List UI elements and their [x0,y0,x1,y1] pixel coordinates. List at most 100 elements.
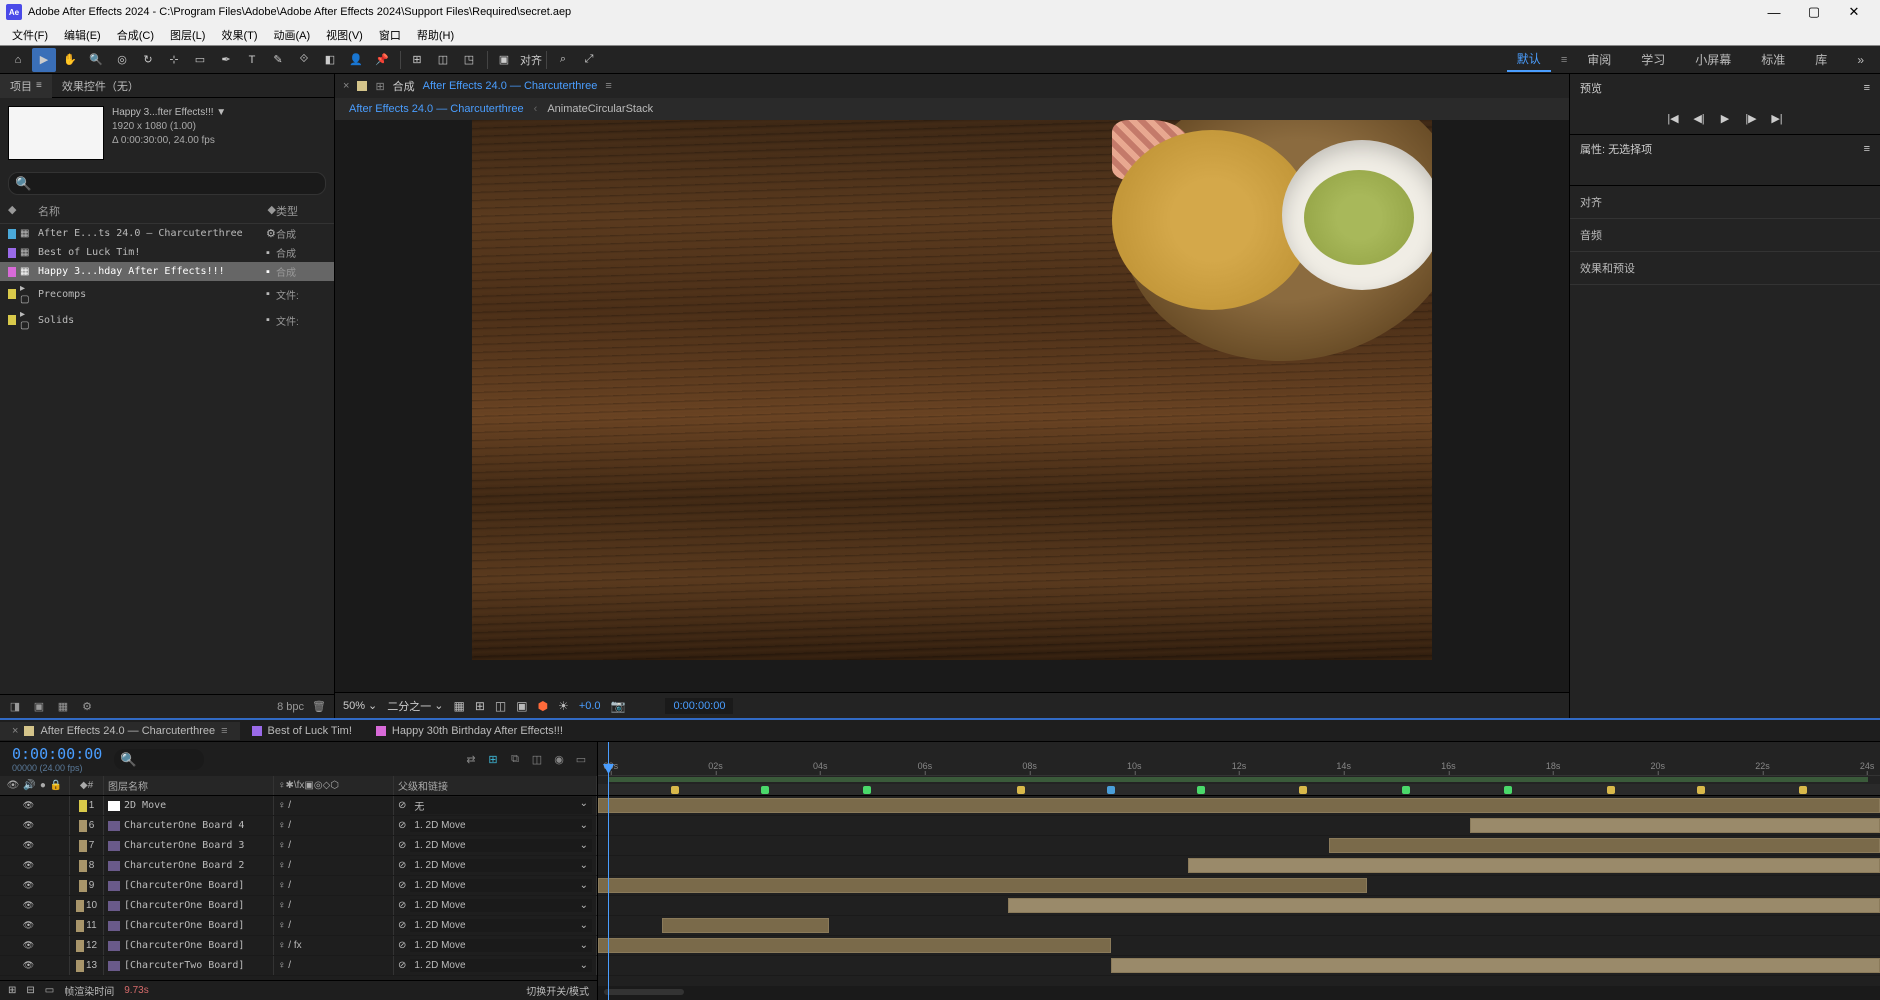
breadcrumb-item[interactable]: After Effects 24.0 — Charcuterthree [349,103,524,115]
project-item[interactable]: ▦Happy 3...hday After Effects!!!▪合成 [0,262,334,281]
panel-menu-icon[interactable]: ≡ [1864,143,1870,155]
delete-icon[interactable]: 🗑 [310,698,328,716]
timeline-scrollbar[interactable] [598,986,1880,1000]
rotate-tool[interactable]: ↻ [136,48,160,72]
track-row[interactable] [598,796,1880,816]
workspace-menu-icon[interactable]: ≡ [1561,54,1567,66]
workspace-标准[interactable]: 标准 [1751,48,1795,71]
timeline-zoom-slider[interactable] [604,989,684,995]
comp-marker[interactable] [1607,786,1615,794]
world-axis-icon[interactable]: ◫ [431,48,455,72]
clone-tool[interactable]: ⟐ [292,48,316,72]
track-row[interactable] [598,816,1880,836]
comp-marker[interactable] [1107,786,1115,794]
timeline-layer-row[interactable]: 👁10[CharcuterOne Board]♀ /⊘1. 2D Move⌄ [0,896,597,916]
bpc-label[interactable]: 8 bpc [277,701,304,713]
draft-3d-icon[interactable]: ⊞ [485,751,501,767]
workspace-默认[interactable]: 默认 [1507,47,1551,72]
anchor-tool[interactable]: ⊹ [162,48,186,72]
layer-name-column-header[interactable]: 图层名称 [104,776,274,795]
track-row[interactable] [598,936,1880,956]
project-item[interactable]: ▦Best of Luck Tim!▪合成 [0,243,334,262]
project-tab[interactable]: 项目 ≡ [0,74,52,98]
menu-合成(C)[interactable]: 合成(C) [109,25,162,45]
shy-icon[interactable]: ⧉ [507,751,523,767]
timeline-search-input[interactable] [114,749,204,770]
resolution-dropdown[interactable]: 二分之一 ⌄ [387,698,443,714]
roto-tool[interactable]: 👤 [344,48,368,72]
parent-column-header[interactable]: 父级和链接 [394,776,597,795]
track-row[interactable] [598,876,1880,896]
timeline-tab[interactable]: Best of Luck Tim! [240,722,364,740]
timeline-timecode[interactable]: 0:00:00:00 [12,745,102,763]
project-item[interactable]: ▸ ▢Solids▪文件: [0,307,334,333]
project-item[interactable]: ▦After E...ts 24.0 — Charcuterthree⚙合成 [0,224,334,243]
viewer-timecode[interactable]: 0:00:00:00 [665,698,733,714]
collapse-icon[interactable]: ▭ [45,985,54,996]
timeline-layer-row[interactable]: 👁11[CharcuterOne Board]♀ /⊘1. 2D Move⌄ [0,916,597,936]
track-row[interactable] [598,856,1880,876]
hand-tool[interactable]: ✋ [58,48,82,72]
search-icon[interactable]: ⌕ [551,48,575,72]
maximize-button[interactable]: ▢ [1794,1,1834,23]
solo-column-icon[interactable]: ● [40,780,46,791]
flowchart-icon[interactable]: ⊞ [375,80,384,93]
next-frame-icon[interactable]: |▶ [1743,110,1759,126]
timeline-tab[interactable]: Happy 30th Birthday After Effects!!! [364,722,575,740]
new-comp-icon[interactable]: ▦ [54,698,72,716]
layer-clip[interactable] [1188,858,1880,873]
label-column-icon[interactable]: ◆ [80,780,88,791]
name-column-header[interactable]: 名称 [18,203,268,219]
workspace-学习[interactable]: 学习 [1631,48,1675,71]
comp-marker[interactable] [1504,786,1512,794]
first-frame-icon[interactable]: |◀ [1665,110,1681,126]
snap-icon[interactable]: ▣ [492,48,516,72]
timeline-tab[interactable]: × After Effects 24.0 — Charcuterthree ≡ [0,722,240,740]
timeline-layer-row[interactable]: 👁13[CharcuterTwo Board]♀ /⊘1. 2D Move⌄ [0,956,597,976]
text-tool[interactable]: T [240,48,264,72]
local-axis-icon[interactable]: ⊞ [405,48,429,72]
tag-column-icon[interactable]: ◆ [268,203,276,219]
work-area-bar[interactable] [608,777,1868,782]
settings-icon[interactable]: ⚙ [78,698,96,716]
layer-clip[interactable] [662,918,829,933]
timeline-layer-row[interactable]: 👁9[CharcuterOne Board]♀ /⊘1. 2D Move⌄ [0,876,597,896]
close-tab-icon[interactable]: × [343,80,349,92]
timeline-ruler[interactable]: 00s02s04s06s08s10s12s14s16s18s20s22s24s [598,742,1880,776]
comp-marker[interactable] [1197,786,1205,794]
workspace-审阅[interactable]: 审阅 [1577,48,1621,71]
panel-section[interactable]: 音频 [1570,219,1880,252]
expand-icon[interactable]: ⊟ [26,985,34,996]
layer-clip[interactable] [598,878,1367,893]
visibility-column-icon[interactable]: 👁 [7,780,20,791]
toggle-switches-icon[interactable]: ⊞ [8,985,16,996]
comp-marker[interactable] [1697,786,1705,794]
markers-row[interactable] [598,784,1880,796]
comp-marker[interactable] [671,786,679,794]
track-row[interactable] [598,836,1880,856]
guides-icon[interactable]: ⊞ [475,699,485,713]
color-column-icon[interactable]: ◆ [8,203,18,219]
panel-menu-icon[interactable]: ≡ [605,80,611,92]
graph-editor-icon[interactable]: ▭ [573,751,589,767]
expand-icon[interactable]: ⤢ [577,48,601,72]
selection-tool[interactable]: ▶ [32,48,56,72]
zoom-dropdown[interactable]: 50% ⌄ [343,699,377,712]
menu-文件(F)[interactable]: 文件(F) [4,25,56,45]
workspace-小屏幕[interactable]: 小屏幕 [1685,48,1741,71]
snapshot-icon[interactable]: 📷 [611,699,626,713]
comp-marker[interactable] [761,786,769,794]
prev-frame-icon[interactable]: ◀| [1691,110,1707,126]
playhead[interactable] [608,742,609,1000]
track-row[interactable] [598,896,1880,916]
layer-clip[interactable] [1111,958,1880,973]
last-frame-icon[interactable]: ▶| [1769,110,1785,126]
panel-section[interactable]: 效果和预设 [1570,252,1880,285]
comp-tab-name[interactable]: After Effects 24.0 — Charcuterthree [423,80,598,92]
new-folder-icon[interactable]: ▣ [30,698,48,716]
region-icon[interactable]: ▣ [516,699,527,713]
play-icon[interactable]: ▶ [1717,110,1733,126]
close-button[interactable]: ✕ [1834,1,1874,23]
menu-编辑(E)[interactable]: 编辑(E) [56,25,109,45]
breadcrumb-item[interactable]: AnimateCircularStack [547,103,653,115]
